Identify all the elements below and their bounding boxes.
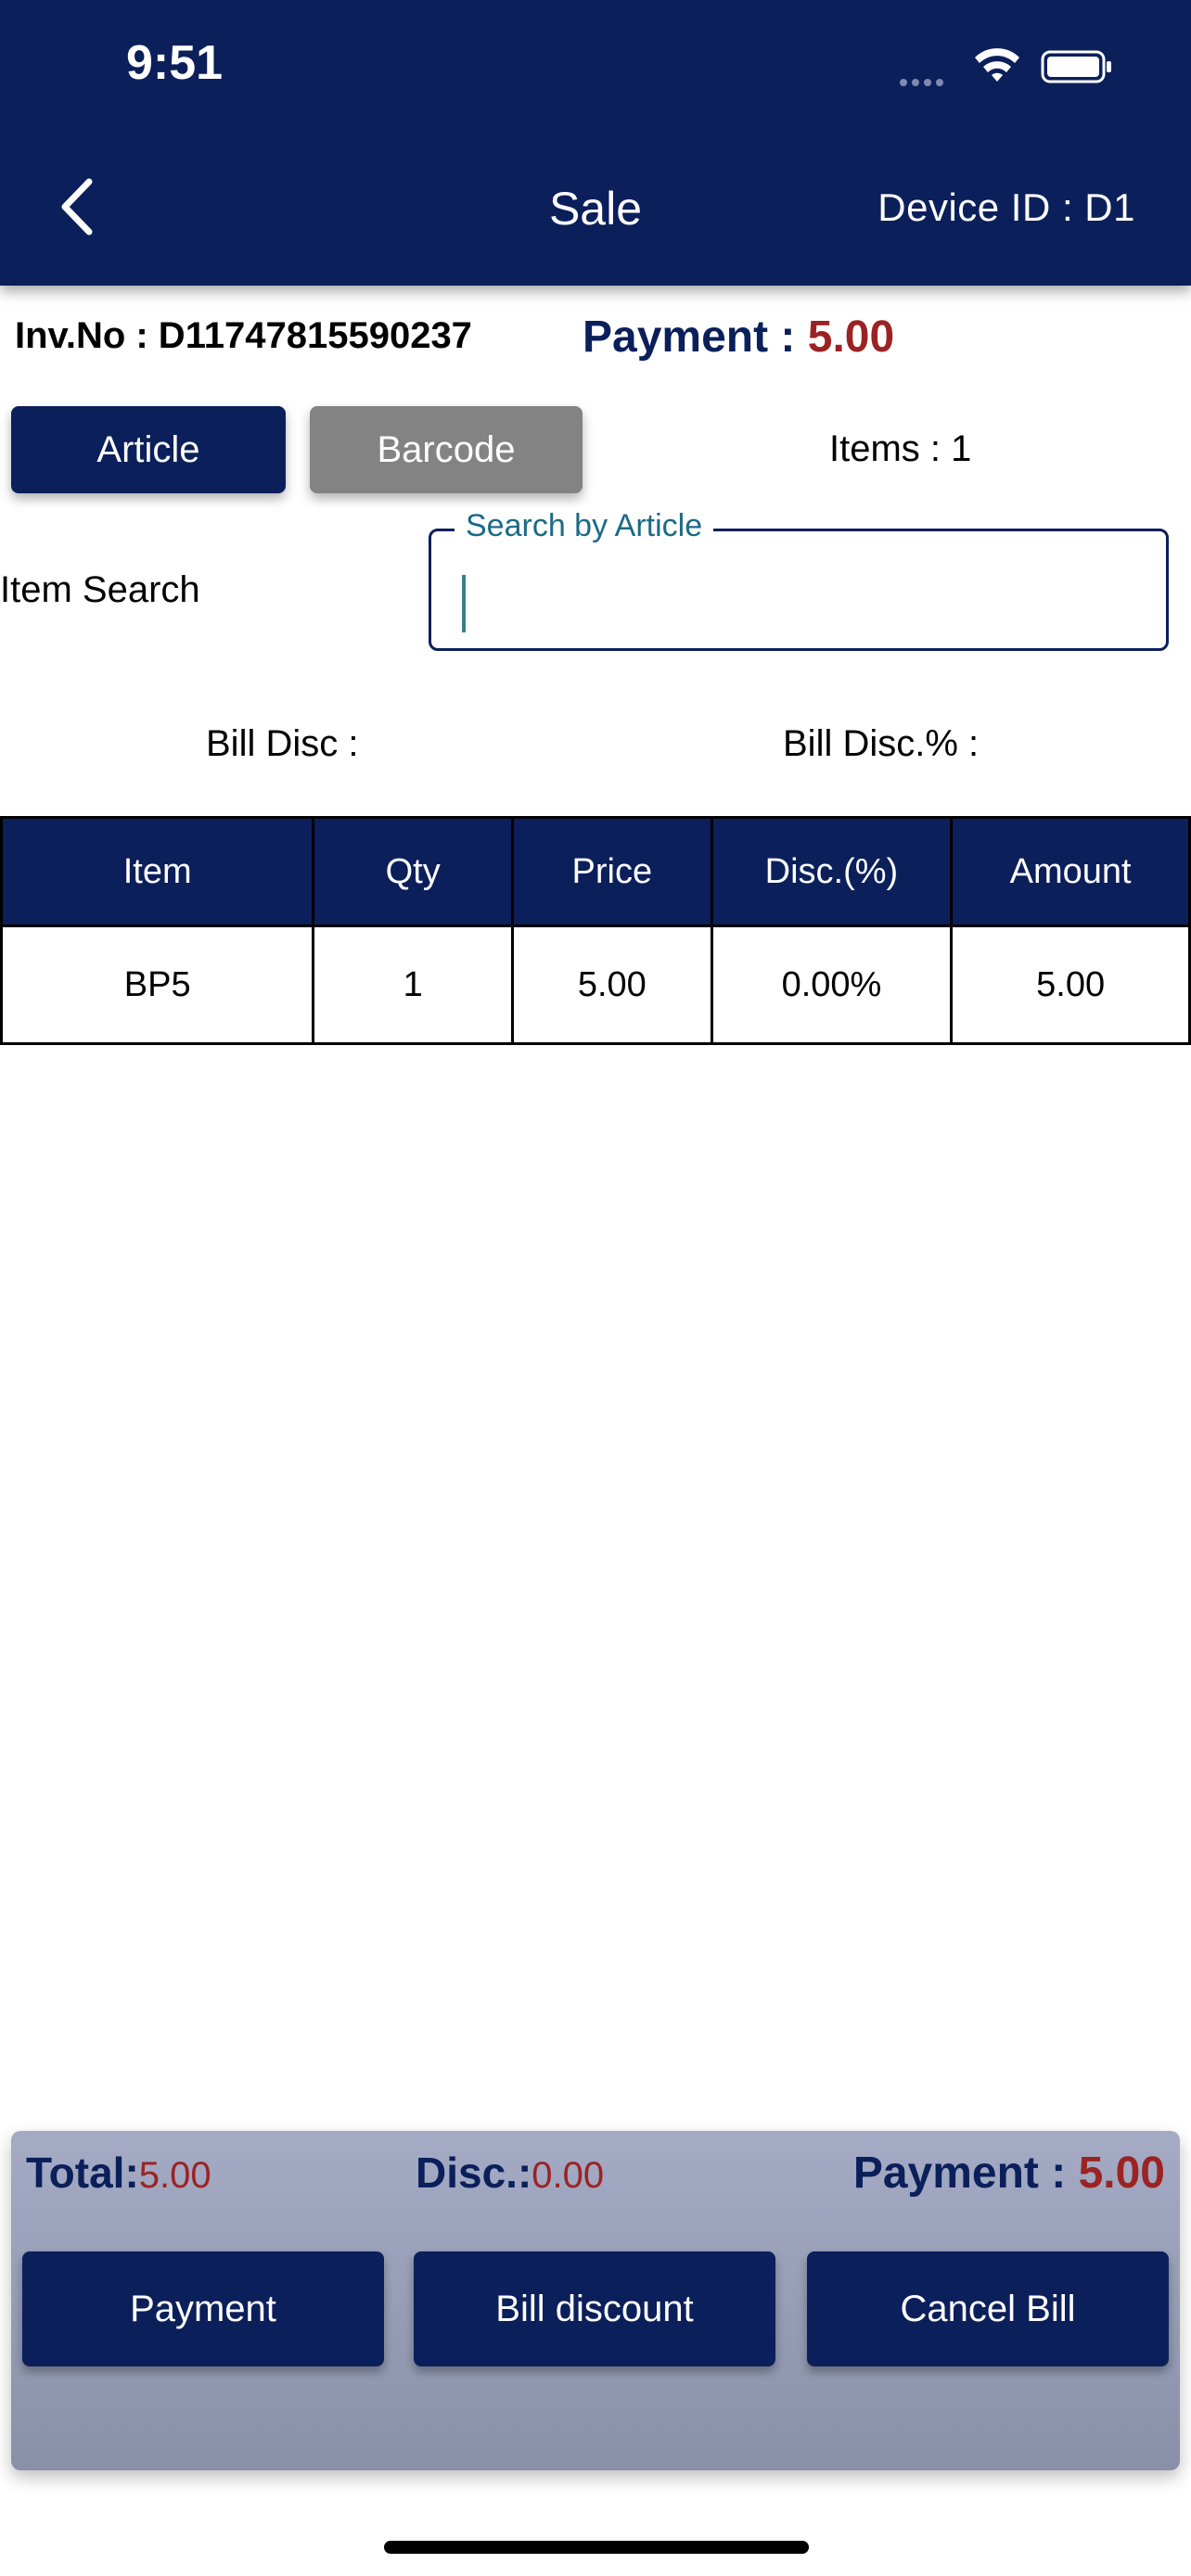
bill-disc-label: Bill Disc :	[206, 723, 359, 764]
column-header-qty: Qty	[312, 816, 514, 927]
footer-disc: Disc.:0.00	[416, 2148, 604, 2198]
text-cursor	[462, 575, 466, 632]
cell-price: 5.00	[510, 925, 713, 1045]
search-legend: Search by Article	[455, 508, 714, 544]
bill-discount-button[interactable]: Bill discount	[414, 2251, 775, 2366]
column-header-item: Item	[0, 816, 315, 927]
footer-payment-label: Payment :	[852, 2149, 1079, 2198]
cell-qty: 1	[312, 925, 514, 1045]
cell-amount: 5.00	[950, 925, 1191, 1045]
payment-summary-top: Payment : 5.00	[583, 312, 894, 363]
disc-value: 0.00	[531, 2155, 605, 2196]
disc-label: Disc.:	[416, 2149, 532, 2197]
column-header-amount: Amount	[950, 816, 1191, 927]
battery-icon	[1041, 50, 1111, 83]
item-search-label: Item Search	[0, 569, 200, 610]
barcode-mode-button[interactable]: Barcode	[310, 406, 583, 493]
items-count: Items : 1	[829, 428, 972, 469]
payment-value: 5.00	[807, 312, 895, 362]
table-header-row: Item Qty Price Disc.(%) Amount	[0, 816, 1191, 927]
cell-item: BP5	[0, 925, 315, 1045]
items-table: Item Qty Price Disc.(%) Amount BP5 1 5.0…	[0, 816, 1191, 1045]
device-id: Device ID : D1	[877, 185, 1135, 229]
column-header-price: Price	[510, 816, 713, 927]
footer-payment: Payment : 5.00	[853, 2148, 1165, 2199]
table-row[interactable]: BP5 1 5.00 0.00% 5.00	[0, 925, 1191, 1045]
bill-disc-pct-label: Bill Disc.% :	[783, 723, 980, 764]
total-label: Total:	[26, 2149, 139, 2197]
payment-label: Payment :	[583, 312, 808, 362]
cancel-bill-button[interactable]: Cancel Bill	[807, 2251, 1169, 2366]
search-input[interactable]	[429, 529, 1169, 651]
invoice-number: Inv.No : D11747815590237	[15, 315, 472, 356]
footer-total: Total:5.00	[26, 2148, 211, 2198]
cell-disc: 0.00%	[710, 925, 954, 1045]
status-time: 9:51	[126, 36, 224, 90]
article-mode-button[interactable]: Article	[11, 406, 286, 493]
cellular-signal-icon	[900, 74, 955, 86]
total-value: 5.00	[138, 2155, 211, 2196]
wifi-icon	[975, 48, 1019, 82]
home-indicator[interactable]	[384, 2541, 809, 2554]
column-header-disc: Disc.(%)	[710, 816, 954, 927]
footer-payment-value: 5.00	[1078, 2149, 1165, 2198]
payment-button[interactable]: Payment	[22, 2251, 384, 2366]
